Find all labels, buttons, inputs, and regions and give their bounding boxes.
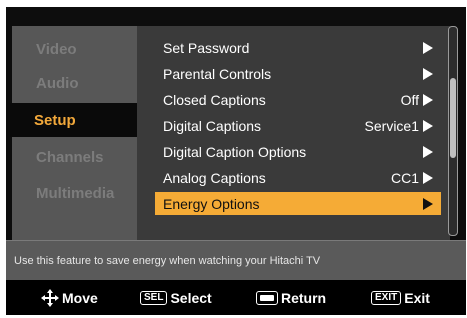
nav-item-label: Setup <box>34 111 76 129</box>
option-closed-captions[interactable]: Closed Captions Off <box>155 88 441 111</box>
help-text-bar: Use this feature to save energy when wat… <box>6 240 466 280</box>
help-text: Use this feature to save energy when wat… <box>14 254 321 267</box>
exit-control: EXIT Exit <box>371 280 430 315</box>
nav-item-label: Channels <box>36 148 104 166</box>
option-value: Off <box>400 91 419 108</box>
right-arrow-icon <box>423 145 433 158</box>
move-label: Move <box>62 289 98 306</box>
nav-item-label: Multimedia <box>36 184 115 202</box>
scrollbar-thumb[interactable] <box>450 78 456 158</box>
nav-item-multimedia[interactable]: Multimedia <box>12 176 137 210</box>
right-arrow-icon <box>423 67 433 80</box>
select-control: SEL Select <box>140 280 212 315</box>
option-parental-controls[interactable]: Parental Controls <box>155 62 441 85</box>
exit-label: Exit <box>404 289 430 306</box>
nav-item-setup[interactable]: Setup <box>10 103 137 137</box>
nav-item-video[interactable]: Video <box>12 32 137 66</box>
move-arrows-icon <box>41 288 59 307</box>
right-arrow-icon <box>423 197 433 210</box>
option-label: Parental Controls <box>163 65 272 82</box>
option-energy-options[interactable]: Energy Options <box>155 192 441 215</box>
right-arrow-icon <box>423 171 433 184</box>
category-nav: Video Audio Setup Channels Multimedia <box>10 26 137 240</box>
option-set-password[interactable]: Set Password <box>155 36 441 59</box>
setup-options-panel: Set Password Parental Controls Closed Ca… <box>137 26 450 240</box>
option-label: Digital Captions <box>163 117 262 134</box>
nav-item-channels[interactable]: Channels <box>12 140 137 174</box>
return-control: Return <box>256 280 326 315</box>
exit-key-icon: EXIT <box>371 290 402 305</box>
return-key-icon <box>256 290 278 305</box>
return-label: Return <box>281 289 327 306</box>
nav-item-audio[interactable]: Audio <box>12 66 137 100</box>
option-value: Service1 <box>364 117 419 134</box>
option-label: Closed Captions <box>163 91 266 108</box>
option-analog-captions[interactable]: Analog Captions CC1 <box>155 166 441 189</box>
scrollbar[interactable] <box>448 26 458 236</box>
option-label: Analog Captions <box>163 169 266 186</box>
option-value: CC1 <box>390 169 419 186</box>
option-digital-caption-options[interactable]: Digital Caption Options <box>155 140 441 163</box>
nav-item-label: Video <box>36 40 77 58</box>
option-label: Energy Options <box>163 195 260 212</box>
option-label: Set Password <box>163 39 250 56</box>
right-arrow-icon <box>423 41 433 54</box>
nav-item-label: Audio <box>36 74 79 92</box>
move-control: Move <box>40 280 98 315</box>
option-digital-captions[interactable]: Digital Captions Service1 <box>155 114 441 137</box>
option-label: Digital Caption Options <box>163 143 307 160</box>
sel-key-icon: SEL <box>140 290 168 305</box>
right-arrow-icon <box>423 119 433 132</box>
remote-control-legend: Move SEL Select Return EXIT Exit <box>6 280 466 315</box>
select-label: Select <box>170 289 212 306</box>
right-arrow-icon <box>423 93 433 106</box>
